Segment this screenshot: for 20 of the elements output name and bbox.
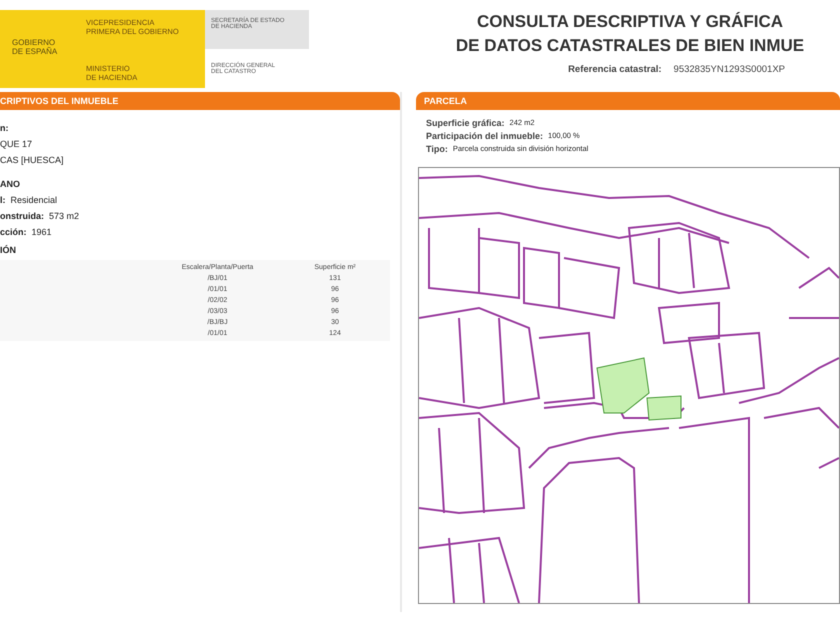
field-label: l: (0, 195, 6, 205)
field-label: Superficie gráfica: (426, 118, 505, 128)
field-label: Tipo: (426, 144, 448, 154)
field-label: onstruida: (0, 211, 44, 221)
field-label: Participación del inmueble: (426, 130, 544, 140)
field-value: QUE 17 (0, 139, 32, 149)
field-label: n: (0, 123, 8, 133)
reference-value: 9532835YN1293S0001XP (674, 64, 785, 75)
logo-text: GOBIERNO DE ESPAÑA (11, 37, 58, 58)
field-value: CAS [HUESCA] (0, 155, 64, 165)
section-heading: CRIPTIVOS DEL INMUEBLE (0, 92, 400, 110)
document-title: CONSULTA DESCRIPTIVA Y GRÁFICA DE DATOS CATASTRALES DE BIEN INMUE (454, 11, 806, 57)
reference-label: Referencia catastral: (568, 64, 662, 75)
field-label: cción: (0, 227, 27, 237)
field-value: 1961 (32, 227, 52, 237)
field-value: 573 m2 (49, 211, 80, 221)
section-heading: PARCELA (416, 92, 840, 110)
field-label: ANO (0, 179, 20, 189)
field-value: Residencial (10, 195, 58, 205)
section-title: IÓN (0, 244, 18, 257)
